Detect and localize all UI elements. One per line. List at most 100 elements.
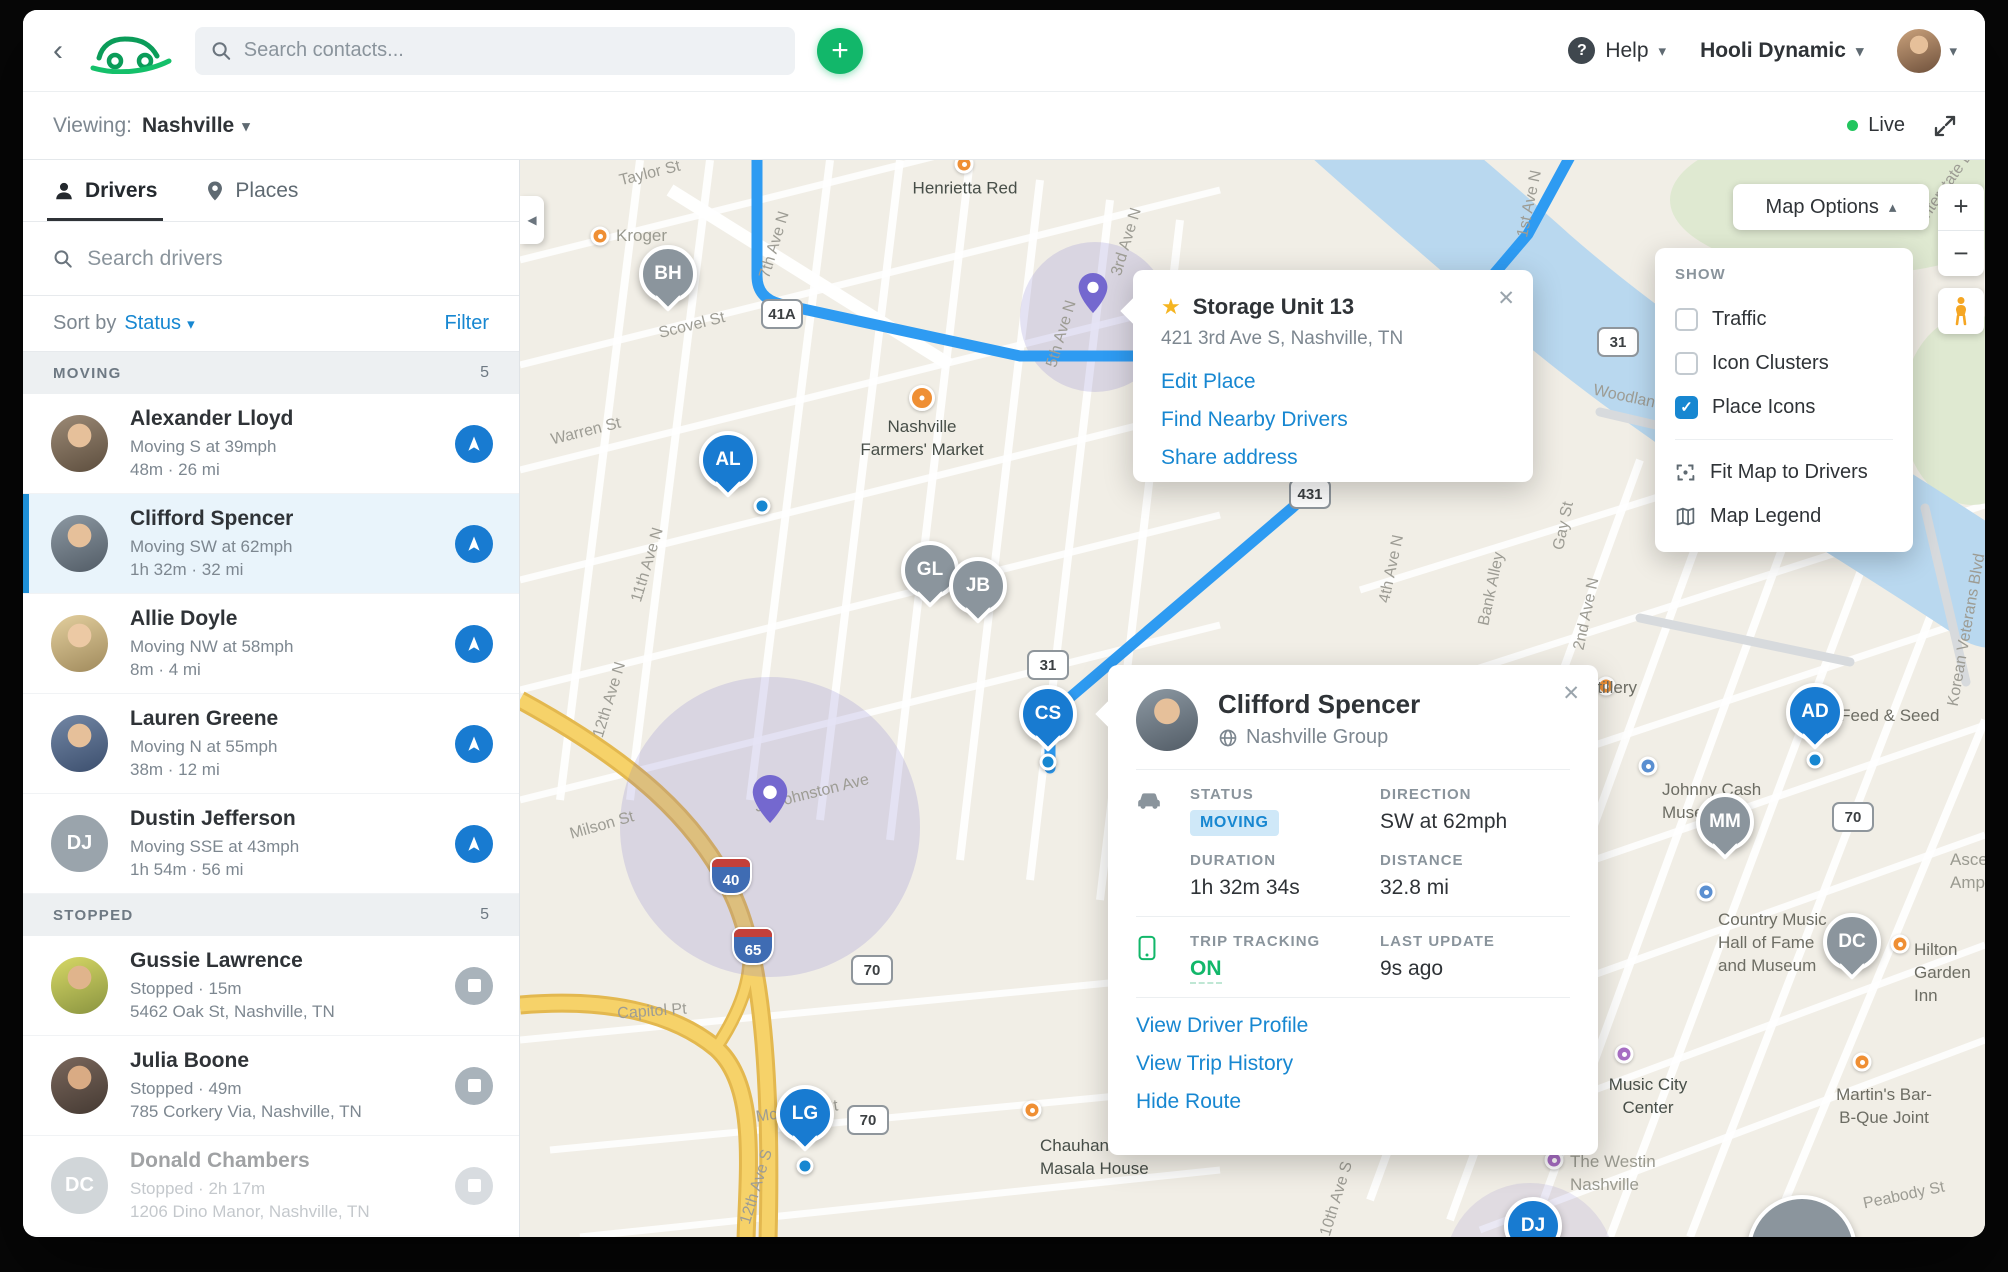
- hide-route-link[interactable]: Hide Route: [1136, 1090, 1570, 1114]
- drivers-search[interactable]: [23, 222, 519, 296]
- route-shield: 31: [1027, 650, 1069, 680]
- driver-marker[interactable]: AD: [1786, 683, 1844, 741]
- driver-name: Gussie Lawrence: [130, 949, 335, 973]
- user-menu[interactable]: ▾: [1897, 29, 1957, 73]
- contacts-search-input[interactable]: [244, 39, 779, 62]
- driver-marker[interactable]: AL: [699, 431, 757, 489]
- driver-row[interactable]: Alexander Lloyd Moving S at 39mph 48m · …: [23, 394, 519, 494]
- last-update-value: 9s ago: [1380, 957, 1570, 981]
- marker-initials: BH: [654, 263, 681, 285]
- driver-row[interactable]: Allie Doyle Moving NW at 58mph 8m · 4 mi: [23, 594, 519, 694]
- driver-marker[interactable]: LG: [776, 1085, 834, 1143]
- gps-dot: [754, 498, 771, 515]
- driver-marker-selected[interactable]: CS: [1019, 685, 1077, 743]
- checkbox-icon[interactable]: [1675, 308, 1698, 331]
- help-menu[interactable]: ? Help ▾: [1568, 37, 1666, 64]
- driver-trip-line: 8m · 4 mi: [130, 658, 293, 681]
- sidebar-collapse-button[interactable]: ◀: [520, 196, 544, 244]
- phone-icon: [1136, 935, 1158, 961]
- poi-icon[interactable]: [1853, 1053, 1872, 1072]
- app-logo[interactable]: [89, 28, 173, 74]
- poi-label: Ascend Amphitheater: [1950, 848, 1985, 894]
- search-icon: [53, 248, 73, 270]
- view-trip-history-link[interactable]: View Trip History: [1136, 1052, 1570, 1076]
- tab-drivers[interactable]: Drivers: [53, 160, 157, 221]
- stopped-icon: [455, 1167, 493, 1205]
- region-name: Nashville: [142, 114, 234, 138]
- contacts-search[interactable]: [195, 27, 795, 75]
- find-nearby-drivers-link[interactable]: Find Nearby Drivers: [1161, 408, 1505, 432]
- poi-icon[interactable]: [1697, 883, 1716, 902]
- sort-row: Sort by Status ▾ Filter: [23, 296, 519, 352]
- marker-initials: GL: [917, 559, 943, 581]
- map-canvas[interactable]: Taylor St 7th Ave N Scovel St Warren St …: [520, 160, 1985, 1237]
- action-label: Fit Map to Drivers: [1710, 461, 1868, 484]
- marker-initials: CS: [1035, 703, 1061, 725]
- poi-label: Hilton Garden Inn: [1914, 938, 1985, 1007]
- avatar: [51, 957, 108, 1014]
- zoom-out-button[interactable]: −: [1938, 231, 1984, 277]
- place-pin[interactable]: [1078, 273, 1108, 318]
- back-button[interactable]: ‹: [37, 30, 79, 72]
- toggle-icon-clusters[interactable]: Icon Clusters: [1675, 341, 1893, 385]
- map-options-panel: SHOW Traffic Icon Clusters ✓ Place Icons…: [1655, 248, 1913, 552]
- chevron-up-icon: ▴: [1889, 198, 1897, 216]
- driver-row[interactable]: DJ Dustin Jefferson Moving SSE at 43mph …: [23, 794, 519, 894]
- route-shield: 70: [851, 955, 893, 985]
- vehicle-icon: [1136, 788, 1162, 814]
- street-view-pegman[interactable]: [1938, 288, 1984, 334]
- driver-row[interactable]: Julia Boone Stopped · 49m 785 Corkery Vi…: [23, 1036, 519, 1136]
- toggle-traffic[interactable]: Traffic: [1675, 297, 1893, 341]
- driver-marker[interactable]: MM: [1696, 793, 1754, 851]
- map-legend[interactable]: Map Legend: [1675, 494, 1893, 538]
- pegman-icon: [1951, 296, 1971, 326]
- checkbox-icon[interactable]: [1675, 352, 1698, 375]
- gps-dot: [797, 1158, 814, 1175]
- poi-icon[interactable]: [1639, 757, 1658, 776]
- driver-marker[interactable]: BH: [639, 245, 697, 303]
- shield-number: 40: [712, 867, 750, 893]
- close-icon[interactable]: ✕: [1497, 286, 1515, 311]
- tab-places[interactable]: Places: [205, 160, 298, 221]
- driver-name: Allie Doyle: [130, 607, 293, 631]
- close-icon[interactable]: ✕: [1562, 681, 1580, 706]
- add-button[interactable]: +: [817, 28, 863, 74]
- driver-row-selected[interactable]: Clifford Spencer Moving SW at 62mph 1h 3…: [23, 494, 519, 594]
- driver-row[interactable]: Gussie Lawrence Stopped · 15m 5462 Oak S…: [23, 936, 519, 1036]
- org-menu[interactable]: Hooli Dynamic ▾: [1700, 39, 1863, 63]
- poi-icon[interactable]: [1891, 935, 1910, 954]
- driver-status-line: Stopped · 15m: [130, 977, 335, 1000]
- region-selector[interactable]: Nashville ▾: [142, 114, 250, 138]
- route-shield: 70: [1832, 802, 1874, 832]
- back-icon: ‹: [53, 34, 63, 68]
- fullscreen-icon[interactable]: [1933, 114, 1957, 138]
- sidebar-tabs: Drivers Places: [23, 160, 519, 222]
- driver-row[interactable]: Lauren Greene Moving N at 55mph 38m · 12…: [23, 694, 519, 794]
- toggle-place-icons[interactable]: ✓ Place Icons: [1675, 385, 1893, 429]
- duration-value: 1h 32m 34s: [1190, 876, 1380, 900]
- interstate-shield: 65: [732, 927, 774, 965]
- avatar: [51, 715, 108, 772]
- poi-icon[interactable]: [1615, 1045, 1634, 1064]
- duration-label: DURATION: [1190, 852, 1380, 869]
- app-window: ‹ + ? Help ▾ Hooli Dynamic: [23, 10, 1985, 1237]
- driver-row[interactable]: DC Donald Chambers Stopped · 2h 17m 1206…: [23, 1136, 519, 1236]
- poi-icon[interactable]: [1023, 1101, 1042, 1120]
- poi-icon[interactable]: [591, 227, 610, 246]
- place-pin[interactable]: [752, 775, 788, 828]
- star-icon: ★: [1161, 294, 1181, 320]
- toggle-label: Traffic: [1712, 308, 1766, 331]
- sort-selector[interactable]: Status ▾: [124, 312, 194, 335]
- fit-map-to-drivers[interactable]: Fit Map to Drivers: [1675, 450, 1893, 494]
- map-options-button[interactable]: Map Options ▴: [1733, 184, 1929, 230]
- checkbox-checked-icon[interactable]: ✓: [1675, 396, 1698, 419]
- zoom-in-button[interactable]: +: [1938, 184, 1984, 230]
- view-driver-profile-link[interactable]: View Driver Profile: [1136, 1014, 1570, 1038]
- filter-button[interactable]: Filter: [445, 312, 489, 335]
- driver-marker[interactable]: DC: [1823, 913, 1881, 971]
- share-address-link[interactable]: Share address: [1161, 446, 1505, 470]
- edit-place-link[interactable]: Edit Place: [1161, 370, 1505, 394]
- poi-icon[interactable]: [909, 385, 935, 411]
- drivers-search-input[interactable]: [87, 247, 489, 271]
- driver-marker[interactable]: JB: [949, 557, 1007, 615]
